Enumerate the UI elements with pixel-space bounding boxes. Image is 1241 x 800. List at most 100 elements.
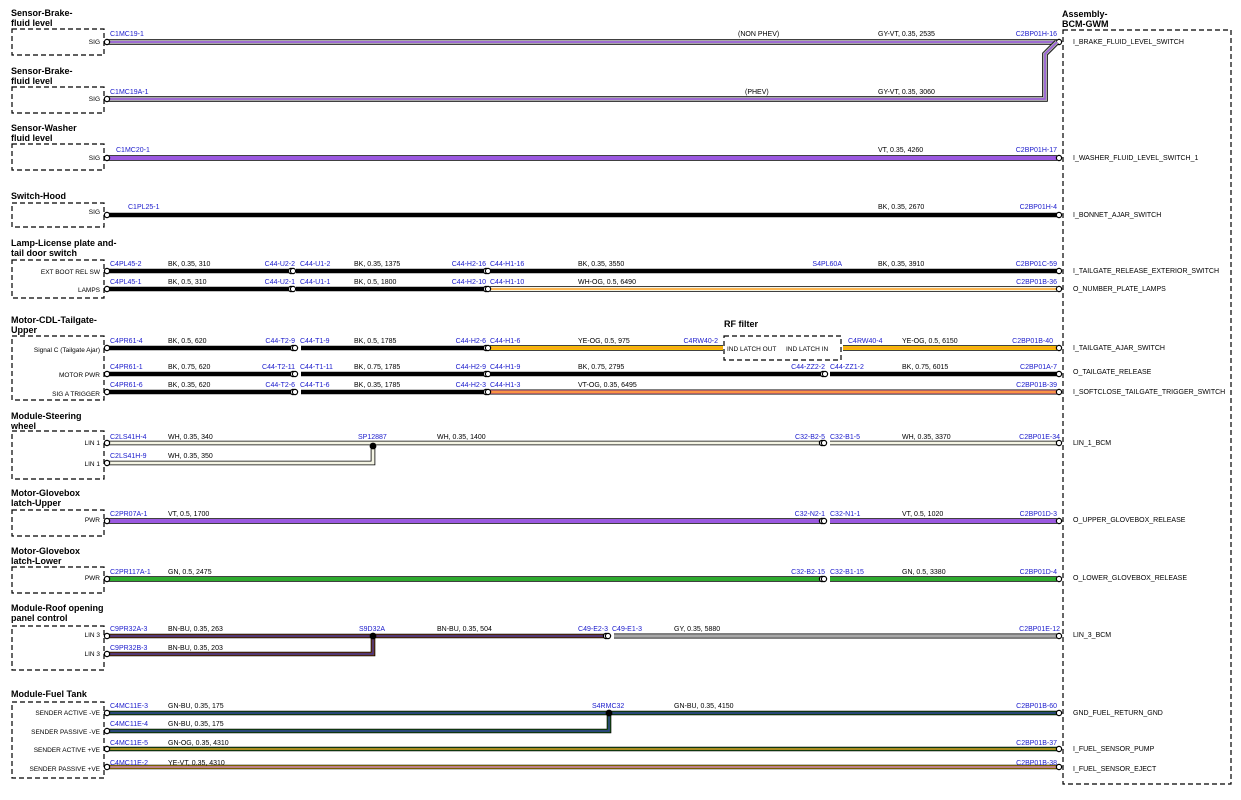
pin-terminal: [291, 388, 299, 396]
connector-label: C44-H2-10: [452, 279, 486, 286]
component-title: wheel: [10, 421, 36, 431]
wire-spec-label: WH, 0.35, 1400: [437, 434, 486, 441]
connector-label: C44-T2-11: [262, 364, 295, 371]
wire-spec-label: GY, 0.35, 5880: [674, 626, 720, 633]
connector-label: C2BP01B-40: [1012, 338, 1053, 345]
pin-terminal: [1055, 211, 1063, 219]
pin-terminal: [291, 344, 299, 352]
wire-spec-label: BK, 0.35, 620: [168, 382, 211, 389]
pin-terminal: [1055, 745, 1063, 753]
component-title: Module-Steering: [11, 411, 82, 421]
splice-node: [369, 442, 377, 450]
connector-label: C4PL45-1: [110, 279, 142, 286]
assembly-title: Assembly-: [1062, 9, 1108, 19]
connector-label: C44-H1-16: [490, 261, 524, 268]
component-title: Switch-Hood: [11, 191, 66, 201]
connector-label: C44-H2-6: [456, 338, 486, 345]
pin-terminal: [1055, 439, 1063, 447]
wire-spec-label: GN-BU, 0.35, 4150: [674, 703, 734, 710]
pin-terminal: [103, 344, 111, 352]
signal-name-label: O_TAILGATE_RELEASE: [1073, 369, 1152, 376]
wire-spec-label: GN-BU, 0.35, 175: [168, 721, 224, 728]
connector-label: C2BP01A-7: [1020, 364, 1057, 371]
rf-filter-title: RF filter: [724, 319, 758, 329]
pin-label: SIG A TRIGGER: [52, 391, 100, 398]
pin-terminal: [484, 388, 492, 396]
pin-terminal: [484, 285, 492, 293]
component-title: Sensor-Washer: [11, 123, 77, 133]
connector-label: C44-ZZ1-2: [830, 364, 864, 371]
pin-terminal: [1055, 267, 1063, 275]
pin-label: SENDER PASSIVE -VE: [31, 729, 101, 736]
component-title: fluid level: [11, 133, 53, 143]
connector-label: C9PR32B-3: [110, 645, 147, 652]
pin-label: LIN 1: [84, 440, 100, 447]
component-title: Lamp-License plate and-: [11, 238, 117, 248]
wiring-diagram: Assembly- BCM-GWM Sensor-Brake-fluid level…: [0, 0, 1241, 795]
connector-label: S4RMC32: [592, 703, 624, 710]
connector-label: C32-B2-15: [791, 569, 825, 576]
connector-label: C44-T1-6: [300, 382, 330, 389]
signal-name-label: O_LOWER_GLOVEBOX_RELEASE: [1073, 575, 1187, 582]
wire-spec-label: GN, 0.5, 2475: [168, 569, 212, 576]
connector-label: C4MC11E-3: [110, 703, 148, 710]
connector-label: C4RW40-4: [848, 338, 883, 345]
bcm-gwm-box: [1062, 29, 1232, 785]
connector-label: C2BP01H-17: [1016, 147, 1057, 154]
wire-spec-label: WH-OG, 0.5, 6490: [578, 279, 636, 286]
connector-label: C2BP01B-60: [1016, 703, 1057, 710]
pin-label: SENDER ACTIVE +VE: [34, 747, 101, 754]
connector-label: C32-N2-1: [795, 511, 825, 518]
pin-terminal: [484, 267, 492, 275]
signal-name-label: I_BRAKE_FLUID_LEVEL_SWITCH: [1073, 39, 1184, 46]
pin-terminal: [103, 632, 111, 640]
component-title: latch-Upper: [11, 498, 62, 508]
connector-label: C32-B1-15: [830, 569, 864, 576]
pin-terminal: [103, 370, 111, 378]
signal-name-label: I_WASHER_FLUID_LEVEL_SWITCH_1: [1073, 155, 1198, 162]
connector-label: C44-H1-10: [490, 279, 524, 286]
component-title: Motor-CDL-Tailgate-: [11, 315, 97, 325]
pin-terminal: [103, 650, 111, 658]
connector-label: C4MC11E-5: [110, 740, 148, 747]
connector-label: C44-H1-3: [490, 382, 520, 389]
pin-terminal: [103, 95, 111, 103]
connector-label: C44-U2-1: [265, 279, 295, 286]
connector-label: C4RW40-2: [684, 338, 719, 345]
wire-spec-label: WH, 0.35, 350: [168, 453, 213, 460]
pin-label: SIG: [89, 155, 100, 162]
connector-label: C4MC11E-4: [110, 721, 148, 728]
connector-label: C44-H2-9: [456, 364, 486, 371]
wire-spec-label: BK, 0.35, 3550: [578, 261, 624, 268]
wire-spec-label: VT-OG, 0.35, 6495: [578, 382, 637, 389]
connector-label: SP12887: [358, 434, 387, 441]
component-title: Upper: [11, 325, 38, 335]
component-title: Motor-Glovebox: [11, 546, 80, 556]
connector-label: C49-E2-3: [578, 626, 608, 633]
signal-name-label: I_TAILGATE_RELEASE_EXTERIOR_SWITCH: [1073, 268, 1219, 275]
signal-name-label: O_NUMBER_PLATE_LAMPS: [1073, 286, 1166, 293]
wire-spec-label: GY-VT, 0.35, 3060: [878, 89, 935, 96]
pin-terminal: [1055, 575, 1063, 583]
pin-terminal: [484, 344, 492, 352]
component-title: tail door switch: [11, 248, 77, 258]
connector-label: C32-N1-1: [830, 511, 860, 518]
wire-spec-label: GY-VT, 0.35, 2535: [878, 31, 935, 38]
pin-label: SIG: [89, 209, 100, 216]
splice-node: [605, 709, 613, 717]
connector-label: C1PL25-1: [128, 204, 160, 211]
pin-label: MOTOR PWR: [59, 372, 100, 379]
signal-name-label: LIN_1_BCM: [1073, 440, 1111, 447]
wire-spec-label: BN-BU, 0.35, 504: [437, 626, 492, 633]
connector-label: S4PL60A: [812, 261, 842, 268]
rf-filter-out-label: IND LATCH OUT: [727, 346, 776, 353]
wire-spec-label: YE-VT, 0.35, 4310: [168, 760, 225, 767]
pin-terminal: [1055, 763, 1063, 771]
assembly-title: BCM-GWM: [1062, 19, 1109, 29]
connector-label: C4PL45-2: [110, 261, 142, 268]
wire-spec-label: BK, 0.5, 620: [168, 338, 207, 345]
connector-label: C32-B2-5: [795, 434, 825, 441]
connector-label: C2LS41H-9: [110, 453, 147, 460]
wire-spec-label: (NON PHEV): [738, 31, 779, 38]
pin-terminal: [103, 709, 111, 717]
